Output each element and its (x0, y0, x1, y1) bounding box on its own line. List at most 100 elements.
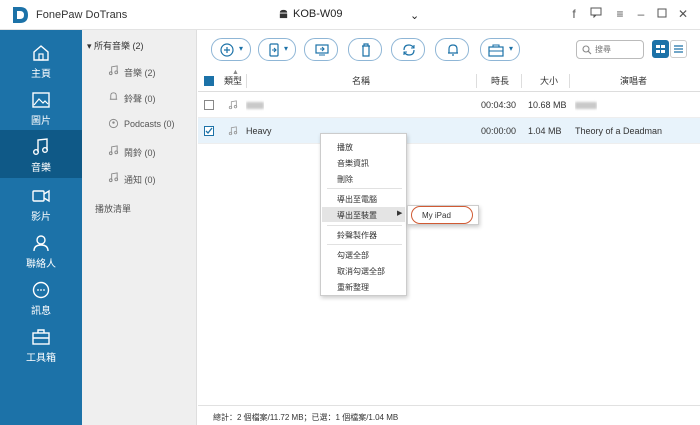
search-box[interactable] (576, 40, 644, 59)
category-notifications-label: 通知 (0) (124, 175, 156, 185)
sort-arrow-icon: ▲ (232, 70, 239, 76)
column-divider (569, 74, 570, 88)
menu-item-delete[interactable]: 刪除 (337, 174, 353, 185)
note-icon (228, 126, 238, 136)
list-icon (674, 45, 683, 53)
nav-videos[interactable]: 影片 (0, 179, 82, 226)
ringtone-button[interactable] (435, 38, 469, 61)
app-title: FonePaw DoTrans (36, 9, 128, 21)
row-checkbox[interactable] (204, 126, 214, 136)
chevron-down-icon: ⌄ (410, 10, 420, 22)
row-duration: 00:00:00 (481, 126, 517, 136)
status-bar: 總計：2 個檔案/11.72 MB；已選：1 個檔案/1.04 MB (198, 405, 700, 425)
podcast-icon (108, 118, 119, 129)
select-all-checkbox[interactable] (204, 76, 214, 86)
submenu-item-my-ipad[interactable]: My iPad (422, 211, 451, 220)
redacted-text (246, 102, 264, 110)
feedback-icon[interactable] (588, 6, 604, 22)
export-to-pc-button[interactable] (304, 38, 338, 61)
grid-view-button[interactable] (652, 40, 669, 58)
menu-icon[interactable]: ≡ (612, 6, 628, 22)
toolbar: ▾ ▾ ▾ (198, 30, 700, 70)
menu-item-export-to-pc[interactable]: 導出至電腦 (337, 194, 377, 205)
photo-icon (32, 92, 50, 108)
note-icon (108, 172, 119, 183)
list-view-button[interactable] (670, 40, 687, 58)
nav-photos[interactable]: 圖片 (0, 83, 82, 130)
minimize-icon[interactable]: – (633, 6, 649, 22)
app-logo-icon (13, 7, 28, 23)
close-icon[interactable]: ✕ (675, 6, 691, 22)
row-name: Heavy (246, 126, 272, 136)
toolbox-icon (488, 44, 504, 57)
sync-button[interactable] (391, 38, 425, 61)
music-icon (33, 138, 48, 155)
menu-item-export-to-device[interactable]: 導出至裝置 (337, 210, 377, 221)
table-row[interactable]: Heavy 00:00:00 1.04 MB Theory of a Deadm… (198, 118, 700, 144)
nav-contacts-label: 聯絡人 (26, 259, 56, 270)
nav-toolbox-label: 工具箱 (26, 353, 56, 364)
menu-item-ringtone-maker[interactable]: 鈴聲製作器 (337, 230, 377, 241)
music-table: ▲ 類型 名稱 時長 大小 演唱者 00:04:30 10.68 MB Heav… (198, 70, 700, 405)
grid-icon (656, 45, 665, 53)
context-menu: 播放 音樂資訊 刪除 導出至電腦 導出至裝置 ▶ 鈴聲製作器 勾選全部 取消勾選… (320, 133, 407, 296)
menu-item-check-all[interactable]: 勾選全部 (337, 250, 369, 261)
row-checkbox[interactable] (204, 100, 214, 110)
toolbox-button[interactable]: ▾ (480, 38, 520, 61)
note-icon (228, 100, 238, 110)
nav-messages[interactable]: 訊息 (0, 273, 82, 320)
nav-home-label: 主頁 (31, 69, 51, 80)
category-podcasts-label: Podcasts (0) (124, 119, 175, 129)
category-music-label: 音樂 (2) (124, 68, 156, 78)
redacted-text (575, 102, 597, 110)
menu-item-play[interactable]: 播放 (337, 142, 353, 153)
row-duration: 00:04:30 (481, 100, 517, 110)
message-icon (32, 281, 50, 299)
nav-home[interactable]: 主頁 (0, 36, 82, 83)
row-artist: Theory of a Deadman (575, 126, 663, 136)
search-icon (582, 45, 592, 55)
android-icon (279, 9, 288, 19)
column-size[interactable]: 大小 (540, 70, 558, 91)
category-alarms-label: 鬧鈴 (0) (124, 148, 156, 158)
column-duration[interactable]: 時長 (491, 70, 509, 91)
ringtone-icon (448, 44, 458, 56)
add-button[interactable]: ▾ (211, 38, 251, 61)
export-to-pc-icon (315, 44, 329, 56)
facebook-icon[interactable]: f (566, 6, 582, 22)
submenu-arrow-icon: ▶ (397, 210, 403, 217)
nav-music-label: 音樂 (31, 163, 51, 174)
export-to-device-button[interactable]: ▾ (258, 38, 296, 61)
menu-item-uncheck-all[interactable]: 取消勾選全部 (337, 266, 385, 277)
all-music-header[interactable]: ▾ 所有音樂 (2) (87, 39, 144, 52)
sidebar: 主頁 圖片 音樂 影片 聯絡人 訊息 工具箱 (0, 30, 82, 425)
export-device-submenu: My iPad (407, 205, 479, 225)
device-name: KOB-W09 (293, 8, 343, 20)
playlist-header[interactable]: 播放清單 (95, 202, 131, 215)
column-divider (246, 74, 247, 88)
menu-item-music-info[interactable]: 音樂資訊 (337, 158, 369, 169)
column-type[interactable]: ▲ 類型 (224, 70, 242, 91)
nav-contacts[interactable]: 聯絡人 (0, 226, 82, 273)
video-icon (32, 189, 50, 203)
row-size: 1.04 MB (528, 126, 562, 136)
status-text: 總計：2 個檔案/11.72 MB；已選：1 個檔案/1.04 MB (213, 413, 399, 422)
chevron-down-icon: ▾ (509, 44, 514, 53)
category-ringtones-label: 鈴聲 (0) (124, 94, 156, 104)
nav-music[interactable]: 音樂 (0, 130, 82, 178)
note-icon (108, 65, 119, 76)
column-artist[interactable]: 演唱者 (620, 70, 647, 91)
search-input[interactable] (595, 43, 641, 56)
home-icon (33, 45, 49, 61)
maximize-icon[interactable] (654, 6, 670, 22)
delete-button[interactable] (348, 38, 382, 61)
row-name (246, 92, 264, 117)
nav-toolbox[interactable]: 工具箱 (0, 320, 82, 367)
chevron-down-icon: ▾ (239, 44, 244, 53)
menu-item-refresh[interactable]: 重新整理 (337, 282, 369, 293)
sync-icon (403, 44, 415, 56)
column-name[interactable]: 名稱 (352, 70, 370, 91)
contacts-icon (33, 235, 49, 252)
menu-separator (327, 244, 402, 245)
table-row[interactable]: 00:04:30 10.68 MB (198, 92, 700, 118)
